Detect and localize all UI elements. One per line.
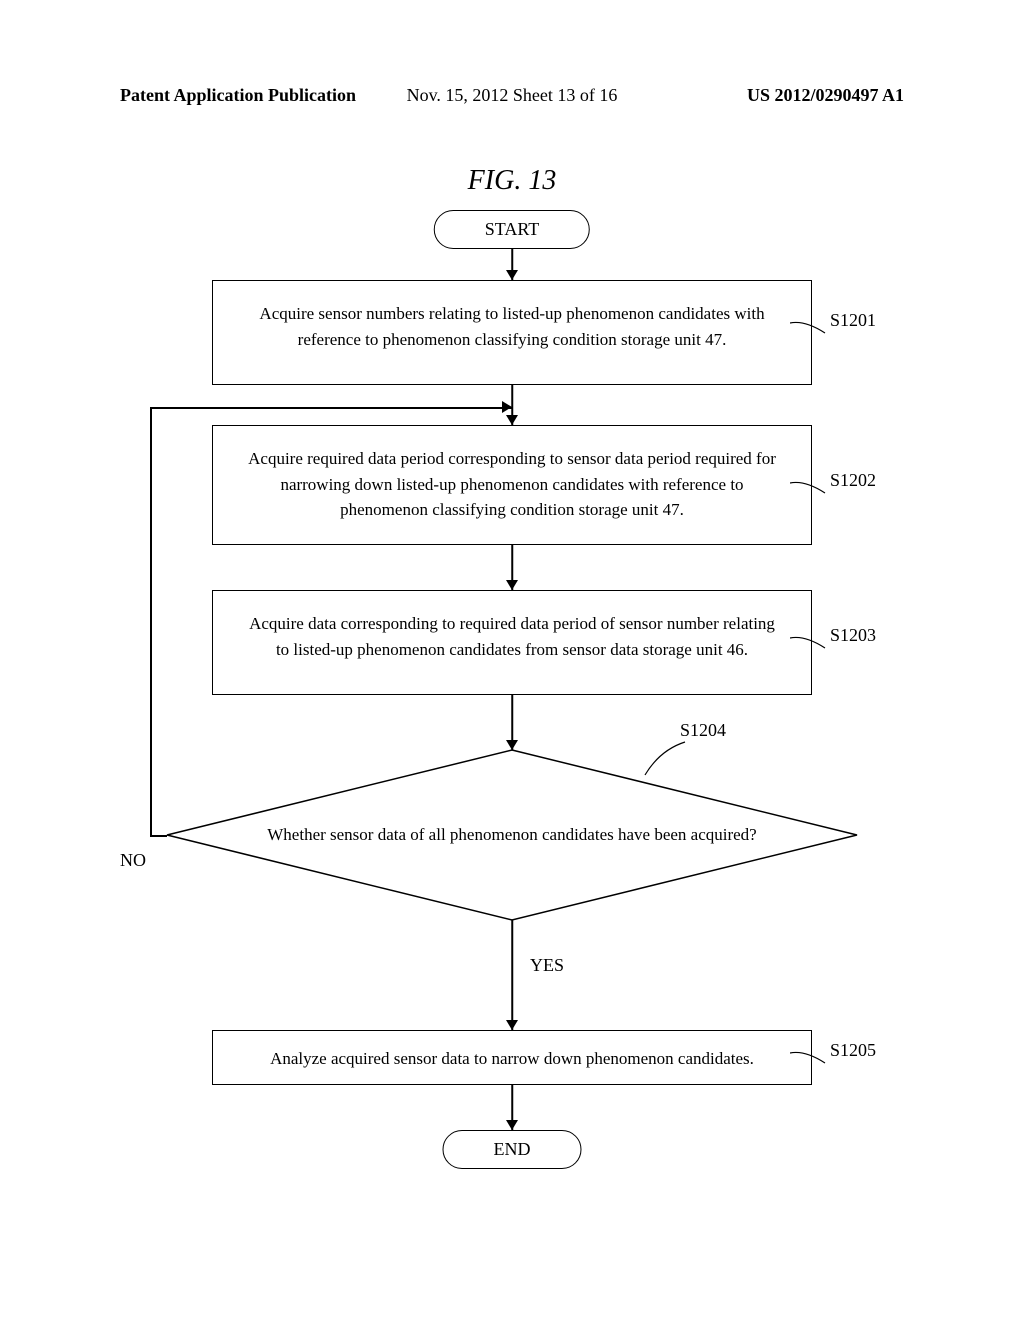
leader-s1201 xyxy=(790,315,830,340)
decision-s1204: Whether sensor data of all phenomenon ca… xyxy=(162,745,862,925)
process-s1205: Analyze acquired sensor data to narrow d… xyxy=(212,1030,812,1085)
process-s1205-text: Analyze acquired sensor data to narrow d… xyxy=(270,1049,754,1068)
header-left: Patent Application Publication xyxy=(120,85,356,106)
loop-join-horizontal xyxy=(150,407,512,409)
loop-left-vertical xyxy=(150,407,152,836)
process-s1201-text: Acquire sensor numbers relating to liste… xyxy=(259,304,764,349)
label-s1205: S1205 xyxy=(830,1040,876,1061)
label-s1201: S1201 xyxy=(830,310,876,331)
leader-s1203 xyxy=(790,630,830,655)
leader-s1204 xyxy=(640,740,690,780)
start-terminal: START xyxy=(434,210,590,249)
loop-left-horizontal xyxy=(150,835,167,837)
leader-s1202 xyxy=(790,475,830,500)
leader-s1205 xyxy=(790,1045,830,1070)
header-right: US 2012/0290497 A1 xyxy=(747,85,904,106)
page-header: Patent Application Publication Nov. 15, … xyxy=(0,85,1024,106)
process-s1202-text: Acquire required data period correspondi… xyxy=(248,449,776,519)
figure-title: FIG. 13 xyxy=(468,165,557,197)
decision-yes-label: YES xyxy=(530,955,564,976)
end-terminal: END xyxy=(443,1130,582,1169)
decision-no-label: NO xyxy=(120,850,146,871)
label-s1202: S1202 xyxy=(830,470,876,491)
process-s1201: Acquire sensor numbers relating to liste… xyxy=(212,280,812,385)
label-s1203: S1203 xyxy=(830,625,876,646)
decision-s1204-text: Whether sensor data of all phenomenon ca… xyxy=(197,825,827,845)
process-s1203: Acquire data corresponding to required d… xyxy=(212,590,812,695)
process-s1203-text: Acquire data corresponding to required d… xyxy=(249,614,775,659)
process-s1202: Acquire required data period correspondi… xyxy=(212,425,812,545)
header-center: Nov. 15, 2012 Sheet 13 of 16 xyxy=(407,85,618,106)
loop-join-arrowhead xyxy=(502,401,512,413)
label-s1204: S1204 xyxy=(680,720,726,741)
